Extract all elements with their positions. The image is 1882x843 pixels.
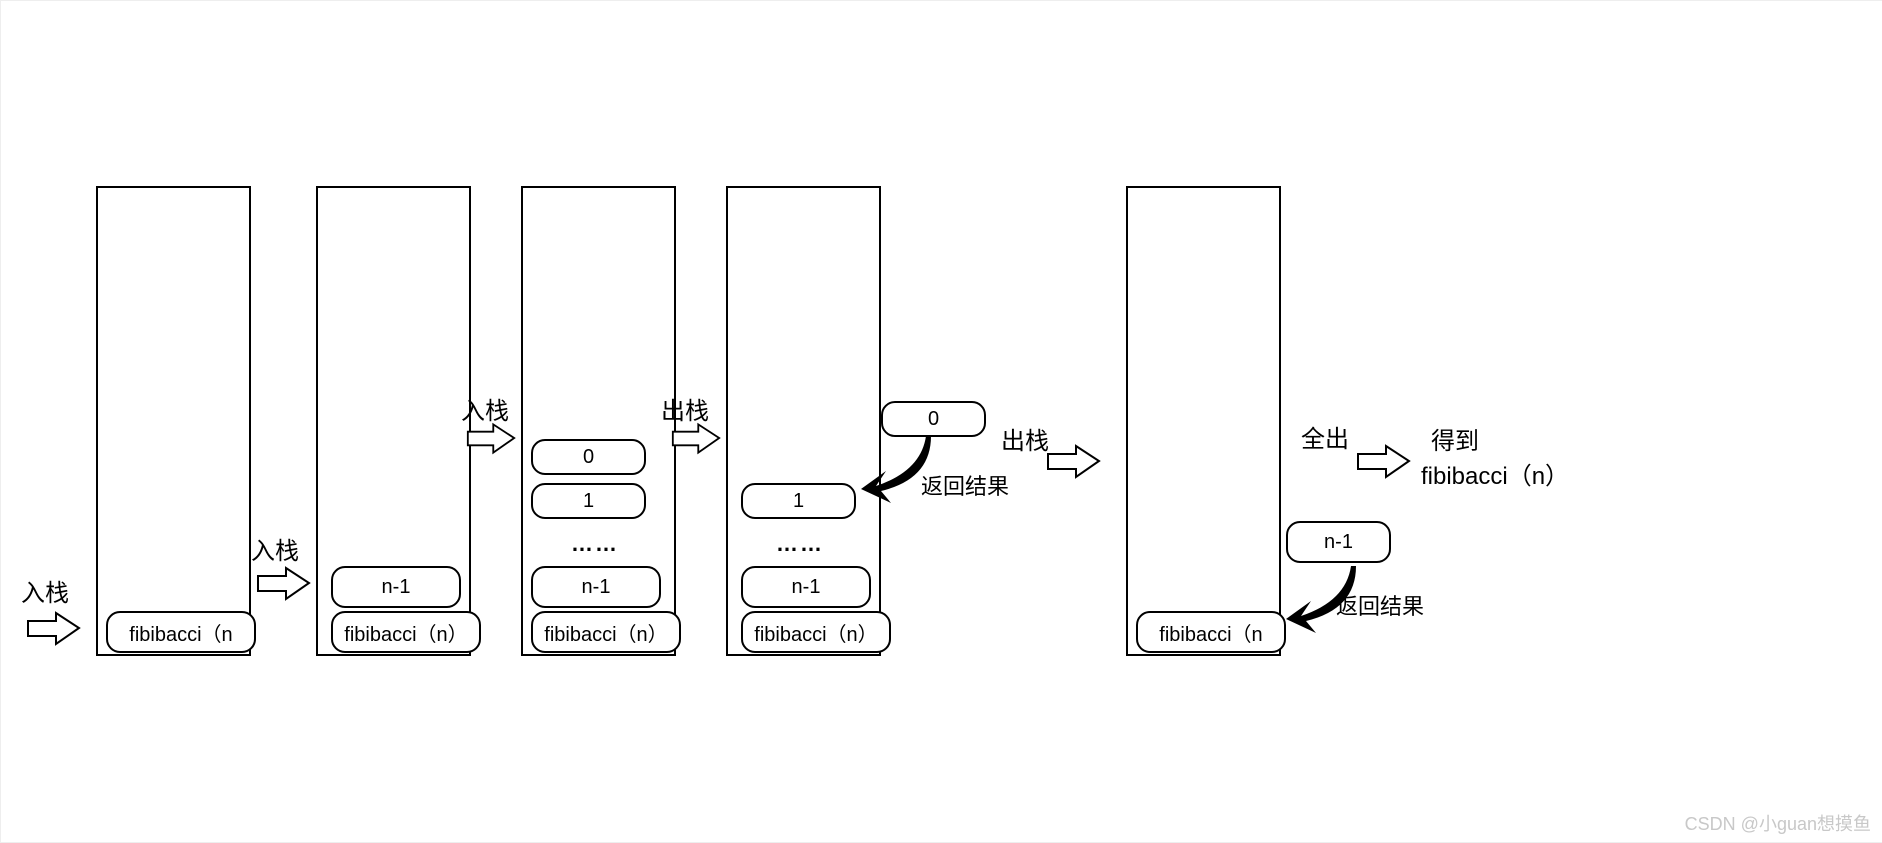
cell-n-1: n-1: [331, 566, 461, 608]
cell-popped-n-1: n-1: [1286, 521, 1391, 563]
push-arrow-icon: [256, 566, 311, 601]
stack-1: [96, 186, 251, 656]
watermark: CSDN @小guan想摸鱼: [1685, 810, 1871, 836]
result-fib-label: fibibacci（n）: [1421, 456, 1569, 491]
stack-5: [1126, 186, 1281, 656]
ellipsis: ……: [571, 531, 619, 557]
return-label: 返回结果: [921, 469, 1009, 501]
return-label: 返回结果: [1336, 589, 1424, 621]
push-label: 入栈: [21, 573, 69, 608]
pop-label: 出栈: [1001, 421, 1049, 456]
cell-fib-n: fibibacci（n: [1136, 611, 1286, 653]
cell-fib-n: fibibacci（n）: [331, 611, 481, 653]
cell-fib-n: fibibacci（n）: [531, 611, 681, 653]
pop-arrow-icon: [671, 421, 721, 456]
cell-1: 1: [531, 483, 646, 519]
ellipsis: ……: [776, 531, 824, 557]
diagram-canvas: fibibacci（n n-1 fibibacci（n） 0 1 …… n-1 …: [0, 0, 1882, 843]
cell-1: 1: [741, 483, 856, 519]
push-label: 入栈: [461, 391, 509, 426]
push-label: 入栈: [251, 531, 299, 566]
all-out-label: 全出: [1301, 419, 1349, 454]
push-arrow-icon: [26, 611, 81, 646]
cell-n-1: n-1: [531, 566, 661, 608]
push-arrow-icon: [466, 421, 516, 456]
cell-0: 0: [531, 439, 646, 475]
all-out-arrow-icon: [1356, 444, 1411, 479]
pop-arrow-icon: [1046, 444, 1101, 479]
result-label: 得到: [1431, 421, 1479, 456]
pop-label: 出栈: [661, 391, 709, 426]
cell-fib-n: fibibacci（n）: [741, 611, 891, 653]
cell-n-1: n-1: [741, 566, 871, 608]
cell-fib-n: fibibacci（n: [106, 611, 256, 653]
